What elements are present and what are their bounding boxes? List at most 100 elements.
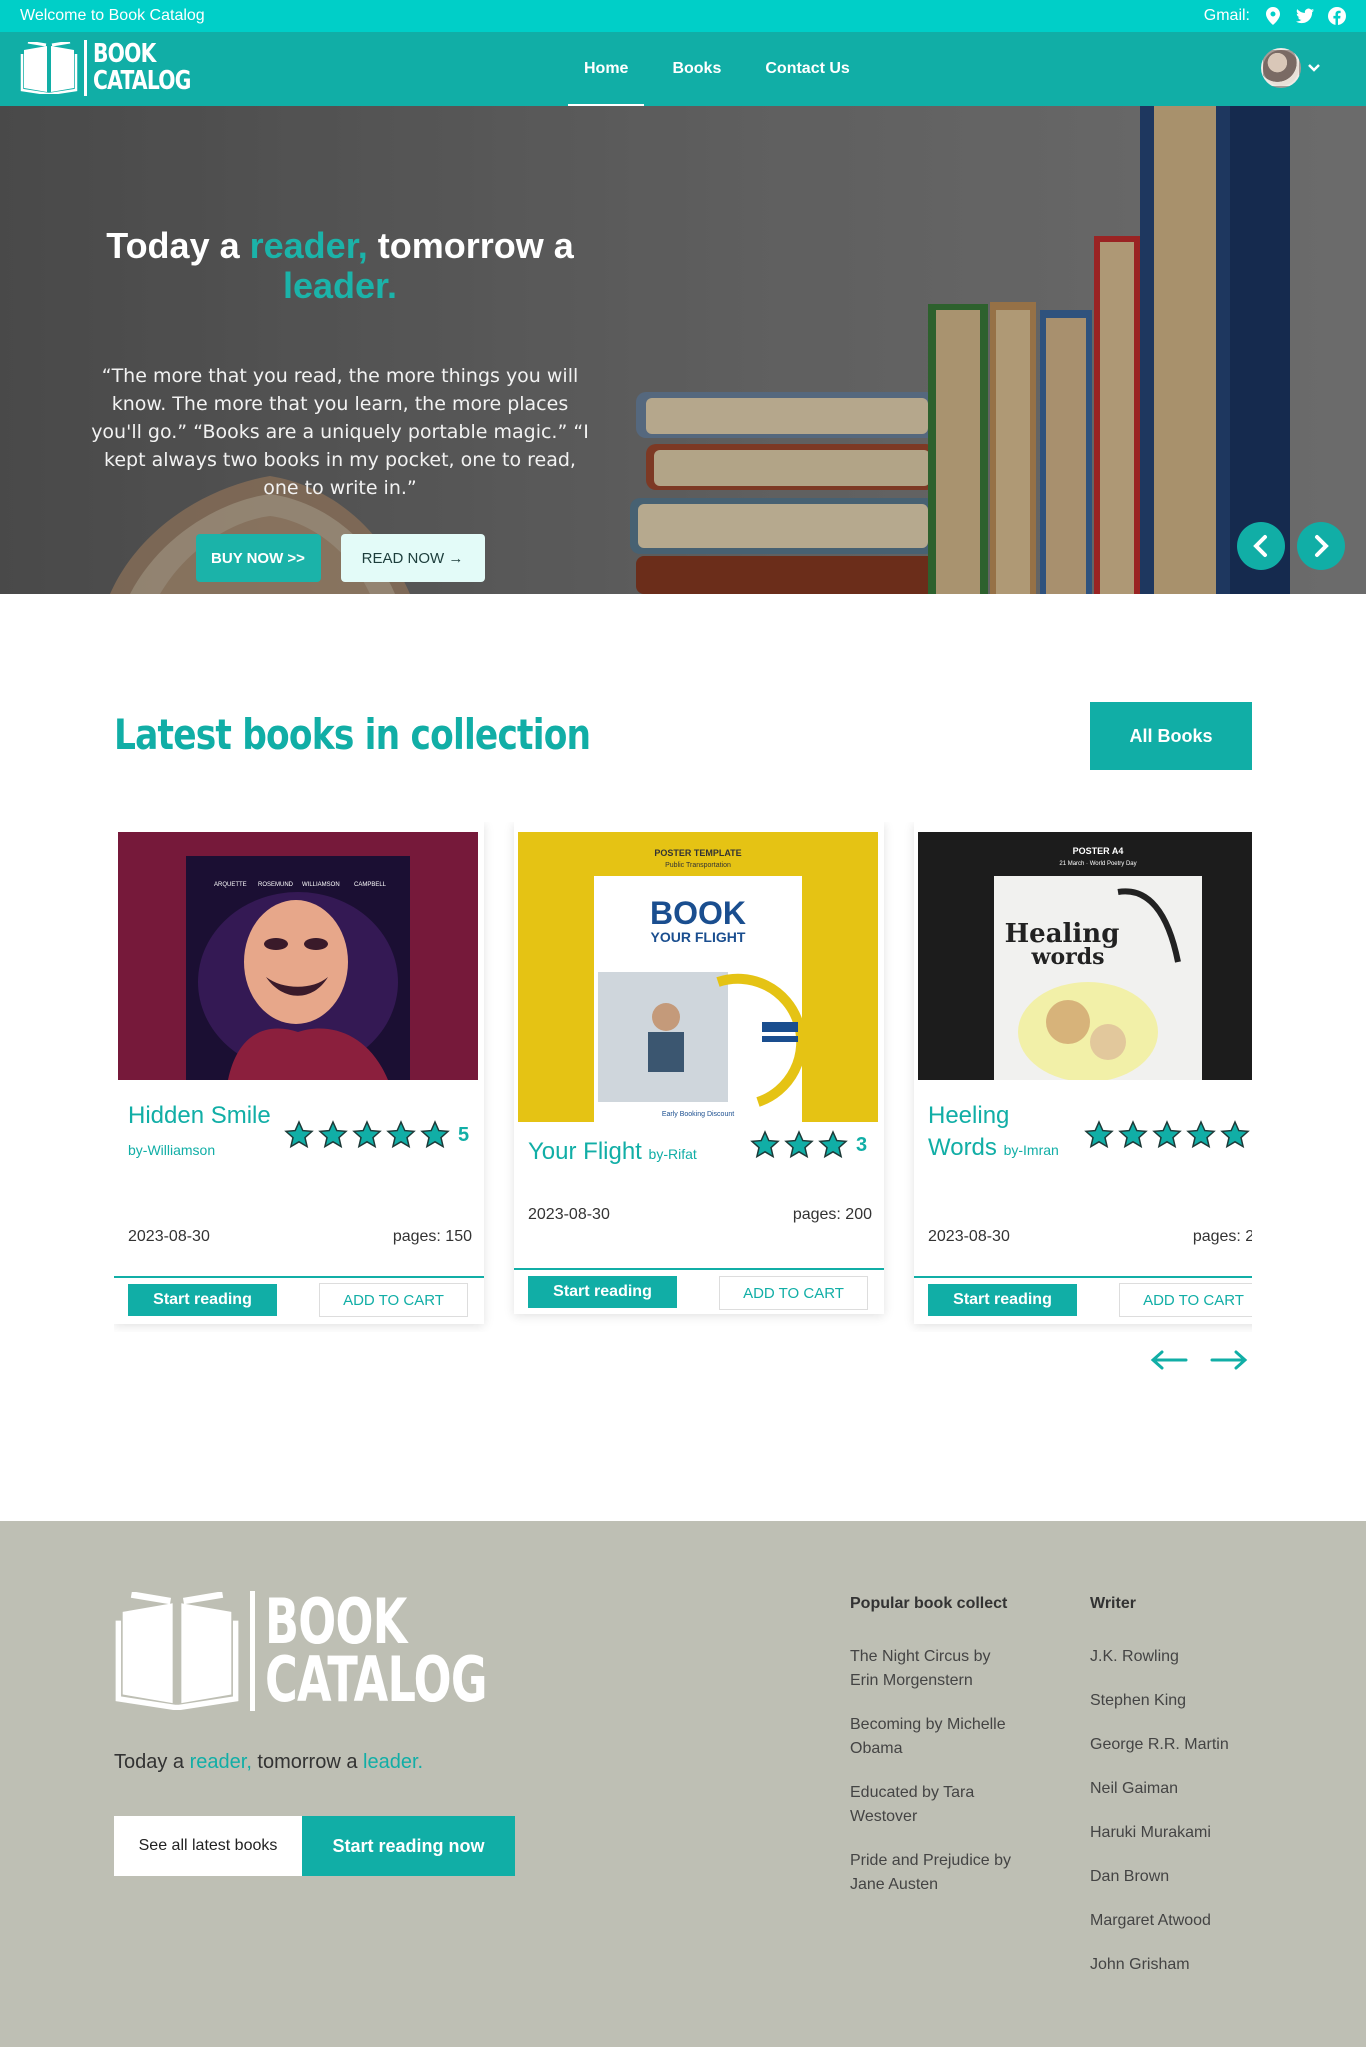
popular-book-link[interactable]: Pride and Prejudice by Jane Austen	[850, 1849, 1020, 1897]
writer-link[interactable]: Dan Brown	[1090, 1865, 1290, 1889]
open-book-icon	[20, 42, 78, 94]
writer-link[interactable]: George R.R. Martin	[1090, 1733, 1290, 1757]
chevron-down-icon[interactable]	[1307, 63, 1321, 73]
svg-text:WILLIAMSON: WILLIAMSON	[302, 882, 340, 888]
facebook-icon[interactable]	[1328, 7, 1346, 25]
logo-divider	[250, 1591, 255, 1711]
footer-cta-group: See all latest books Start reading now	[114, 1816, 515, 1876]
welcome-text: Welcome to Book Catalog	[20, 7, 205, 24]
logo-divider	[84, 40, 87, 96]
footer-brand-name: BOOK CATALOG	[265, 1585, 488, 1716]
svg-text:ROSEMUND: ROSEMUND	[258, 882, 294, 888]
add-to-cart-button[interactable]: ADD TO CART	[1119, 1283, 1252, 1317]
all-books-button[interactable]: All Books	[1090, 702, 1252, 770]
arrow-left-icon[interactable]	[1150, 1350, 1188, 1370]
svg-text:words: words	[1031, 944, 1105, 970]
open-book-icon	[115, 1592, 239, 1710]
svg-text:POSTER TEMPLATE: POSTER TEMPLATE	[654, 848, 741, 858]
nav-contact[interactable]: Contact Us	[749, 32, 865, 106]
user-menu[interactable]	[1261, 48, 1321, 88]
book-cover-art: POSTER TEMPLATE Public Transportation BO…	[518, 832, 878, 1122]
top-bar-contact: Gmail:	[1204, 7, 1346, 25]
hero-banner: Today a reader, tomorrow a leader. “The …	[0, 106, 1366, 594]
book-date: 2023-08-30	[128, 1228, 210, 1245]
add-to-cart-button[interactable]: ADD TO CART	[319, 1283, 468, 1317]
star-icon	[1084, 1120, 1114, 1149]
star-icon	[818, 1130, 848, 1159]
book-title[interactable]: Hidden Smile by-Williamson	[128, 1100, 278, 1166]
book-cover[interactable]: POSTER TEMPLATE Public Transportation BO…	[518, 832, 878, 1122]
nav-links: Home Books Contact Us	[568, 32, 878, 106]
hero-buttons: BUY NOW >> READ NOW →	[90, 534, 590, 582]
svg-text:21 March · World Poetry Day: 21 March · World Poetry Day	[1059, 861, 1136, 867]
start-reading-now-button[interactable]: Start reading now	[302, 1816, 515, 1876]
book-title[interactable]: Your Flight by-Rifat	[528, 1136, 778, 1170]
hero-title: Today a reader, tomorrow a leader.	[106, 225, 574, 306]
popular-book-link[interactable]: The Night Circus by Erin Morgenstern	[850, 1645, 1020, 1693]
writer-link[interactable]: Stephen King	[1090, 1689, 1290, 1713]
rating-stars: 5	[284, 1120, 469, 1150]
start-reading-button[interactable]: Start reading	[528, 1276, 677, 1308]
star-icon	[284, 1120, 314, 1149]
twitter-icon[interactable]	[1296, 7, 1314, 25]
main-navbar: BOOK CATALOG Home Books Contact Us	[0, 32, 1366, 106]
avatar[interactable]	[1261, 48, 1301, 88]
writer-link[interactable]: Neil Gaiman	[1090, 1777, 1290, 1801]
star-icon	[318, 1120, 348, 1149]
svg-text:Public Transportation: Public Transportation	[665, 862, 731, 869]
svg-text:BOOK: BOOK	[650, 895, 746, 931]
popular-books-column: Popular book collect The Night Circus by…	[850, 1595, 1020, 1917]
brand-logo[interactable]: BOOK CATALOG	[20, 40, 218, 96]
star-icon	[1118, 1120, 1148, 1149]
svg-text:YOUR FLIGHT: YOUR FLIGHT	[651, 929, 746, 945]
card-divider	[914, 1276, 1252, 1278]
location-icon[interactable]	[1264, 7, 1282, 25]
popular-book-link[interactable]: Becoming by Michelle Obama	[850, 1713, 1020, 1761]
book-pages: pages: 150	[392, 1228, 472, 1245]
star-icon	[1220, 1120, 1250, 1149]
book-card: POSTER A4 21 March · World Poetry Day He…	[914, 822, 1252, 1324]
brand-name: BOOK CATALOG	[93, 39, 191, 96]
star-icon	[386, 1120, 416, 1149]
rating-value: 3	[856, 1133, 868, 1156]
book-title[interactable]: Heeling Words by-Imran	[928, 1100, 1078, 1166]
star-icon	[1186, 1120, 1216, 1149]
rating-stars	[1084, 1120, 1250, 1150]
rating-stars: 3	[750, 1130, 867, 1160]
writer-link[interactable]: J.K. Rowling	[1090, 1645, 1290, 1669]
footer-tagline: Today a reader, tomorrow a leader.	[114, 1751, 424, 1773]
book-cover-art: POSTER A4 21 March · World Poetry Day He…	[918, 832, 1252, 1080]
writer-link[interactable]: Margaret Atwood	[1090, 1909, 1290, 1933]
start-reading-button[interactable]: Start reading	[928, 1284, 1077, 1316]
carousel-prev-button[interactable]	[1237, 522, 1285, 570]
svg-text:CAMPBELL: CAMPBELL	[354, 882, 387, 888]
popular-books-heading: Popular book collect	[850, 1595, 1008, 1612]
chevron-left-icon	[1253, 535, 1267, 557]
svg-text:Early Booking Discount: Early Booking Discount	[662, 1111, 734, 1118]
book-cover[interactable]: POSTER A4 21 March · World Poetry Day He…	[918, 832, 1252, 1080]
star-icon	[352, 1120, 382, 1149]
star-icon	[420, 1120, 450, 1149]
writer-link[interactable]: Haruki Murakami	[1090, 1821, 1290, 1845]
book-cover-art: ARQUETTE ROSEMUND WILLIAMSON CAMPBELL	[118, 832, 478, 1080]
nav-books[interactable]: Books	[656, 32, 737, 106]
footer-brand-logo[interactable]: BOOK CATALOG	[114, 1591, 573, 1711]
book-author: by-Rifat	[648, 1146, 697, 1162]
writers-column: Writer J.K. Rowling Stephen King George …	[1090, 1595, 1290, 1997]
site-footer: BOOK CATALOG Today a reader, tomorrow a …	[0, 1521, 1366, 2047]
popular-book-link[interactable]: Educated by Tara Westover	[850, 1781, 1020, 1829]
carousel-next-button[interactable]	[1297, 522, 1345, 570]
chevron-right-icon	[1315, 535, 1329, 557]
start-reading-button[interactable]: Start reading	[128, 1284, 277, 1316]
hero-quote: “The more that you read, the more things…	[91, 365, 589, 499]
add-to-cart-button[interactable]: ADD TO CART	[719, 1276, 868, 1310]
buy-now-button[interactable]: BUY NOW >>	[195, 534, 321, 582]
book-cover[interactable]: ARQUETTE ROSEMUND WILLIAMSON CAMPBELL	[118, 832, 478, 1080]
read-now-button[interactable]: READ NOW →	[340, 534, 485, 582]
see-latest-books-button[interactable]: See all latest books	[114, 1816, 302, 1876]
carousel-arrows	[1150, 1350, 1248, 1370]
book-author: by-Williamson	[128, 1142, 216, 1158]
nav-home[interactable]: Home	[568, 32, 645, 106]
arrow-right-icon[interactable]	[1210, 1350, 1248, 1370]
writer-link[interactable]: John Grisham	[1090, 1953, 1290, 1977]
